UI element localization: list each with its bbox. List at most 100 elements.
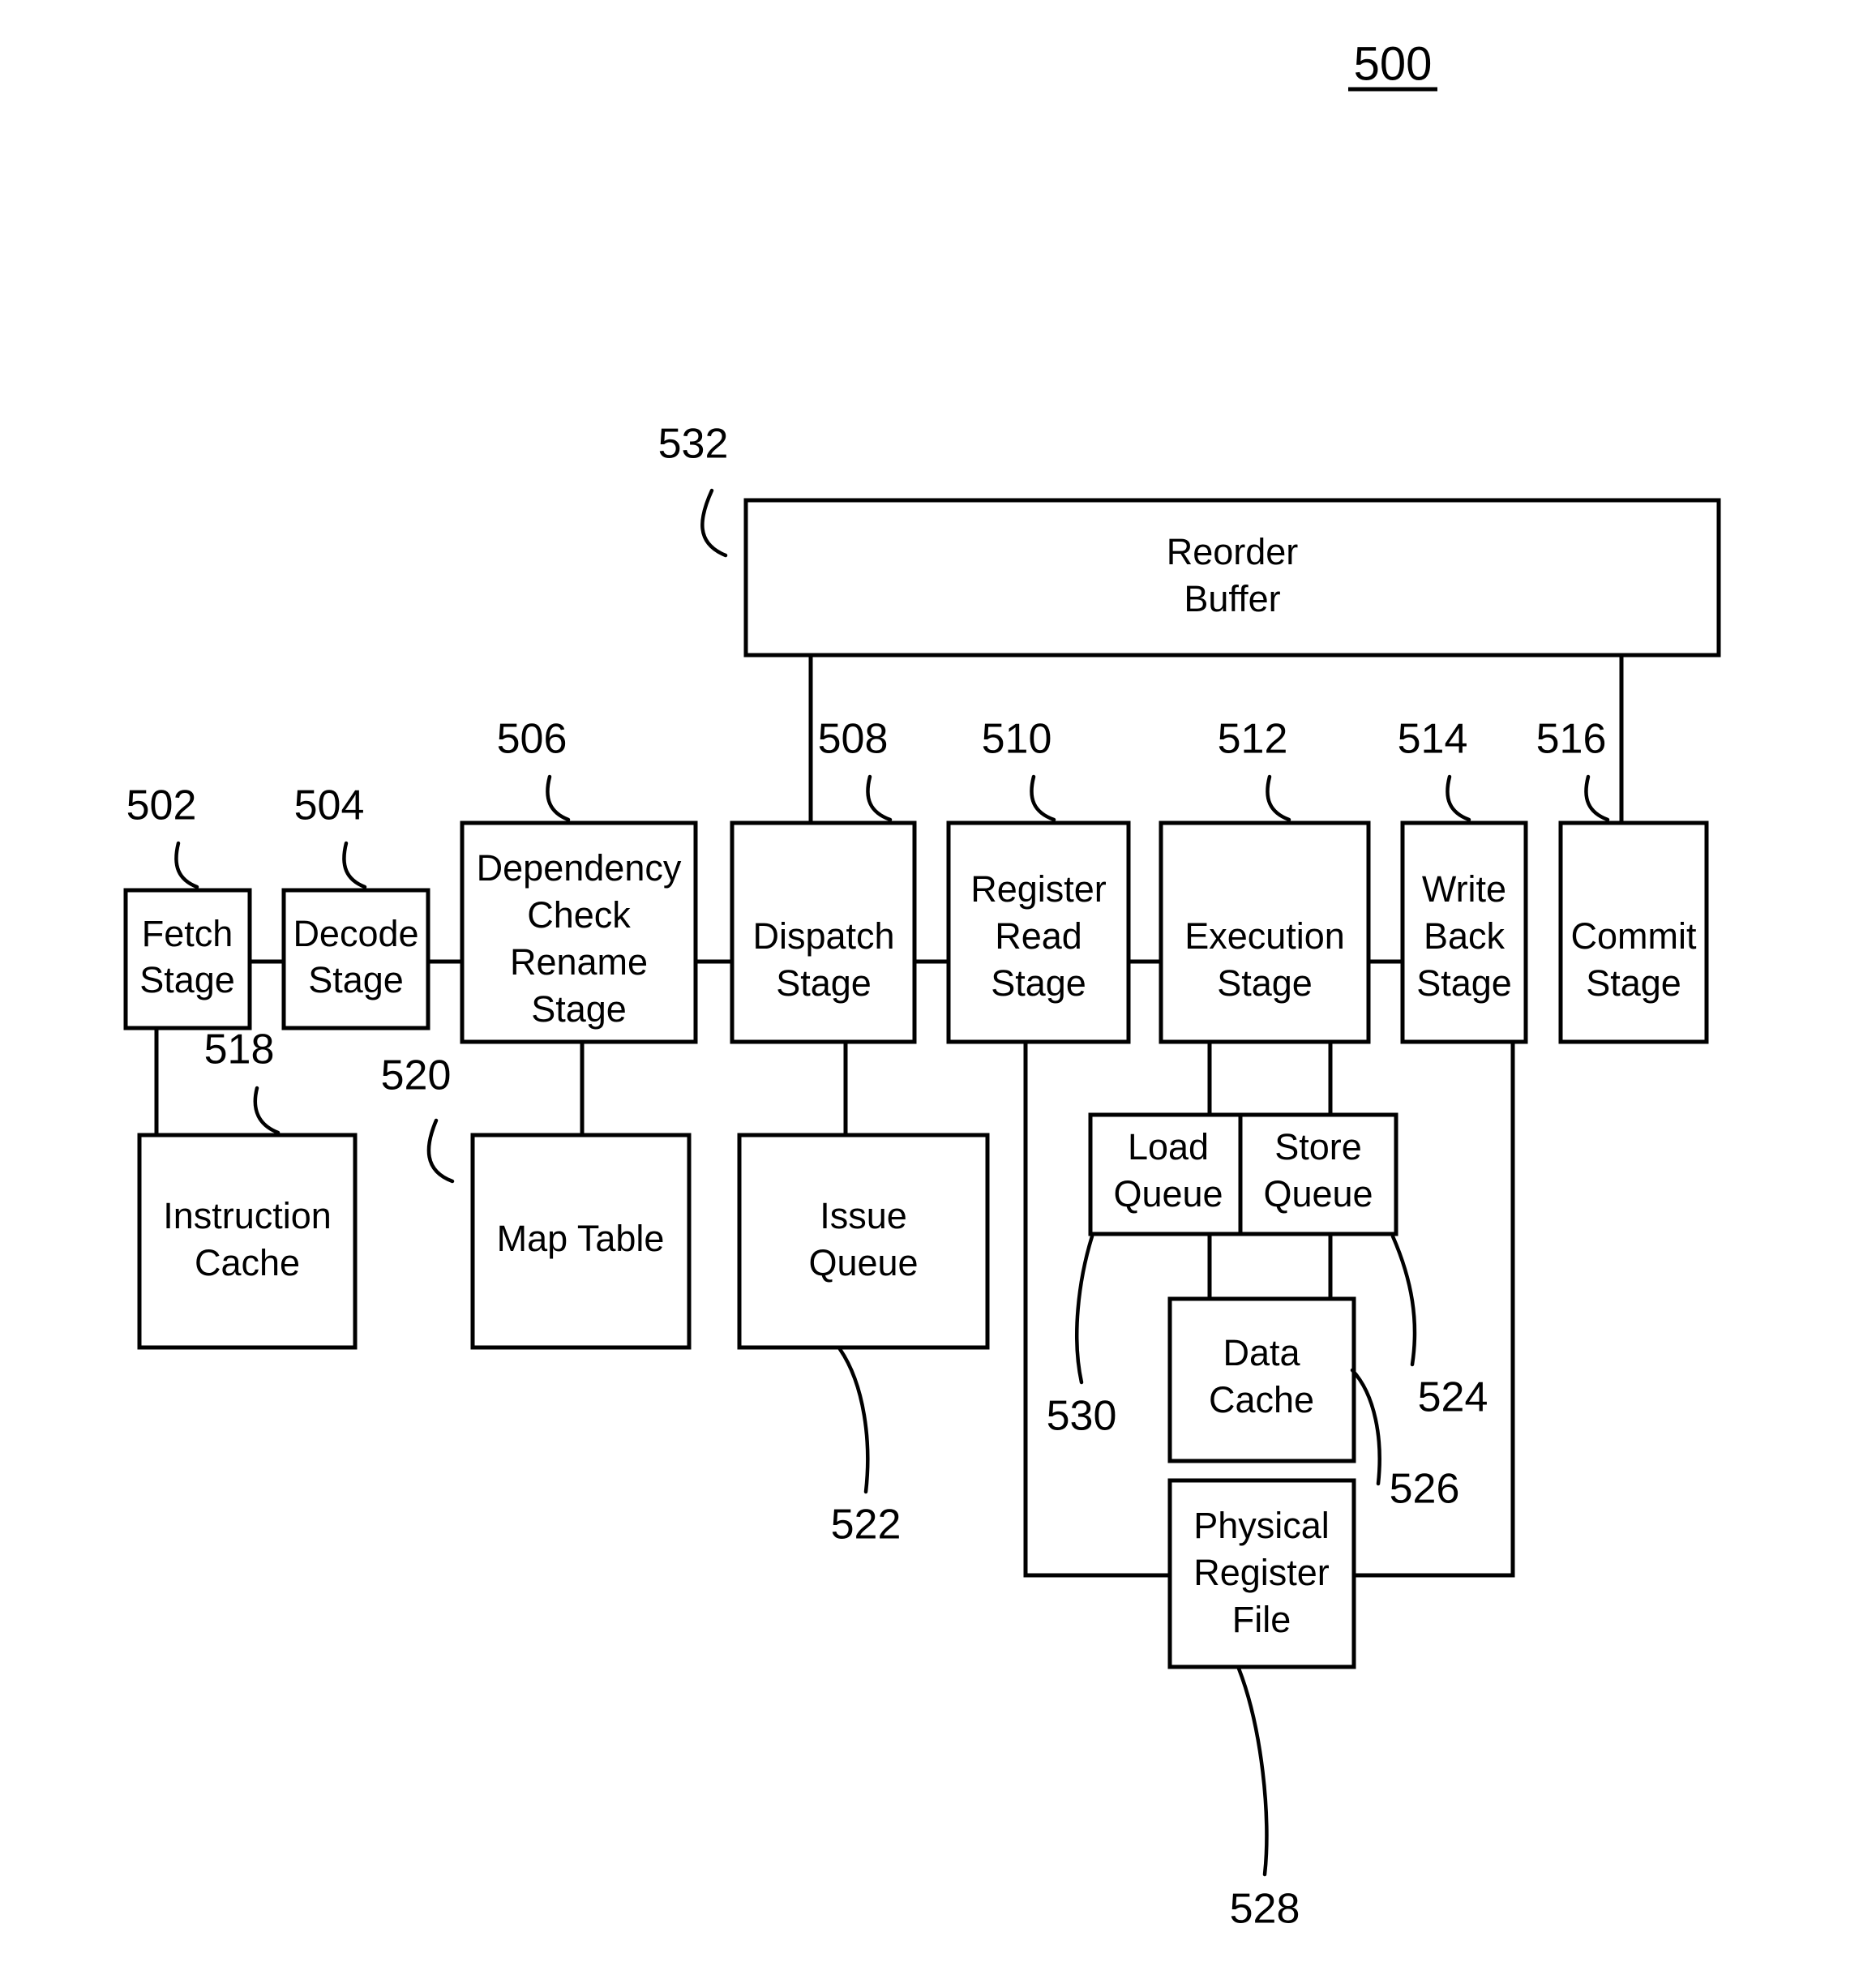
leader-line-512: [1266, 774, 1291, 822]
issue-queue-label-line2: Queue: [808, 1242, 918, 1283]
ref-callout-518: 518: [204, 1026, 281, 1135]
ref-callout-512: 512: [1218, 716, 1291, 822]
writeback-label-line3: Stage: [1416, 962, 1512, 1004]
reorder-buffer-label-line2: Buffer: [1184, 578, 1280, 619]
ref-number-522: 522: [831, 1502, 902, 1549]
leader-line-518: [253, 1086, 281, 1135]
block-write-back-stage[interactable]: Write Back Stage: [1400, 820, 1528, 1044]
dispatch-stage-label-line2: Stage: [776, 962, 872, 1004]
fetch-stage-label-line1: Fetch: [142, 913, 233, 954]
store-queue-label-line2: Queue: [1263, 1173, 1373, 1215]
ref-callout-528: 528: [1230, 1666, 1300, 1933]
block-fetch-stage[interactable]: Fetch Stage: [123, 888, 252, 1030]
regread-label-line1: Register: [970, 868, 1107, 910]
leader-line-530: [1075, 1234, 1094, 1385]
block-issue-queue[interactable]: Issue Queue: [737, 1133, 990, 1350]
block-decode-stage[interactable]: Decode Stage: [281, 888, 430, 1030]
ref-callout-516: 516: [1536, 716, 1610, 822]
ref-number-532: 532: [658, 421, 729, 468]
prf-label-line3: File: [1232, 1599, 1291, 1640]
prf-label-line2: Register: [1193, 1552, 1330, 1593]
dispatch-stage-label-line1: Dispatch: [752, 915, 894, 957]
decode-stage-label-line1: Decode: [293, 913, 418, 954]
leader-line-516: [1584, 774, 1610, 822]
pipeline-block-diagram: 500 Reorder Buffer 532 Fetch Stage 502 D…: [123, 37, 1721, 1933]
ref-callout-504: 504: [294, 782, 367, 889]
regread-label-line2: Read: [995, 915, 1082, 957]
execution-stage-label-line1: Execution: [1184, 915, 1345, 957]
icache-label-line1: Instruction: [163, 1195, 332, 1236]
ref-callout-502: 502: [126, 782, 199, 889]
ref-number-514: 514: [1398, 716, 1468, 763]
block-register-read-stage[interactable]: Register Read Stage: [946, 820, 1131, 1044]
block-store-queue[interactable]: Store Queue: [1238, 1112, 1398, 1236]
leader-line-502: [174, 841, 199, 889]
figure-canvas: 500 Reorder Buffer 532 Fetch Stage 502 D…: [0, 0, 1876, 1975]
block-data-cache[interactable]: Data Cache: [1167, 1296, 1356, 1463]
ref-callout-524: 524: [1390, 1234, 1488, 1421]
leader-line-510: [1030, 774, 1056, 822]
dep-label-line3: Rename: [510, 941, 648, 983]
block-map-table[interactable]: Map Table: [470, 1133, 692, 1350]
leader-line-506: [546, 774, 571, 822]
leader-line-526: [1350, 1368, 1381, 1486]
ref-callout-530: 530: [1047, 1234, 1117, 1440]
block-dispatch-stage[interactable]: Dispatch Stage: [730, 820, 917, 1044]
data-cache-label-line2: Cache: [1209, 1379, 1314, 1420]
leader-line-520: [426, 1118, 455, 1184]
ref-callout-510: 510: [982, 716, 1056, 822]
fetch-stage-label-line2: Stage: [139, 959, 235, 1000]
ref-number-526: 526: [1390, 1466, 1460, 1513]
load-queue-label-line2: Queue: [1113, 1173, 1223, 1215]
ref-callout-514: 514: [1398, 716, 1471, 822]
leader-line-504: [342, 841, 367, 889]
prf-label-line1: Physical: [1193, 1505, 1330, 1546]
ref-callout-522: 522: [831, 1347, 902, 1549]
block-execution-stage[interactable]: Execution Stage: [1159, 820, 1371, 1044]
writeback-label-line2: Back: [1424, 915, 1506, 957]
dep-label-line1: Dependency: [477, 847, 682, 889]
ref-number-502: 502: [126, 782, 197, 829]
store-queue-label-line1: Store: [1274, 1126, 1362, 1167]
ref-number-512: 512: [1218, 716, 1288, 763]
ref-callout-520: 520: [381, 1052, 455, 1184]
block-reorder-buffer[interactable]: Reorder Buffer: [743, 498, 1721, 658]
ref-number-510: 510: [982, 716, 1052, 763]
figure-number: 500: [1348, 37, 1437, 92]
block-instruction-cache[interactable]: Instruction Cache: [137, 1133, 358, 1350]
dep-label-line4: Stage: [531, 988, 627, 1030]
issue-queue-label-line1: Issue: [820, 1195, 907, 1236]
leader-line-524: [1390, 1234, 1417, 1367]
leader-line-522: [837, 1347, 870, 1494]
ref-number-528: 528: [1230, 1886, 1300, 1933]
leader-line-532: [700, 488, 728, 558]
maptable-label-line1: Map Table: [497, 1218, 665, 1259]
leader-line-508: [866, 774, 893, 822]
regread-label-line3: Stage: [991, 962, 1086, 1004]
block-dependency-check-rename-stage[interactable]: Dependency Check Rename Stage: [460, 820, 698, 1044]
data-cache-label-line1: Data: [1223, 1332, 1300, 1373]
commit-stage-label-line1: Commit: [1571, 915, 1697, 957]
load-queue-label-line1: Load: [1128, 1126, 1209, 1167]
ref-number-530: 530: [1047, 1393, 1117, 1440]
ref-callout-506: 506: [497, 716, 571, 822]
block-load-queue[interactable]: Load Queue: [1088, 1112, 1249, 1236]
ref-number-520: 520: [381, 1052, 452, 1099]
figure-number-text: 500: [1354, 37, 1433, 90]
ref-number-516: 516: [1536, 716, 1607, 763]
block-commit-stage[interactable]: Commit Stage: [1558, 820, 1709, 1044]
ref-callout-508: 508: [818, 716, 893, 822]
connection-lines: [154, 655, 1624, 1578]
decode-stage-label-line2: Stage: [308, 959, 404, 1000]
icache-label-line2: Cache: [195, 1242, 300, 1283]
writeback-label-line1: Write: [1422, 868, 1506, 910]
dep-label-line2: Check: [527, 894, 631, 936]
ref-number-524: 524: [1418, 1374, 1488, 1421]
ref-number-508: 508: [818, 716, 889, 763]
leader-line-528: [1236, 1666, 1269, 1877]
block-physical-register-file[interactable]: Physical Register File: [1167, 1478, 1356, 1669]
ref-number-504: 504: [294, 782, 365, 829]
ref-number-518: 518: [204, 1026, 275, 1073]
ref-number-506: 506: [497, 716, 568, 763]
execution-stage-label-line2: Stage: [1217, 962, 1313, 1004]
